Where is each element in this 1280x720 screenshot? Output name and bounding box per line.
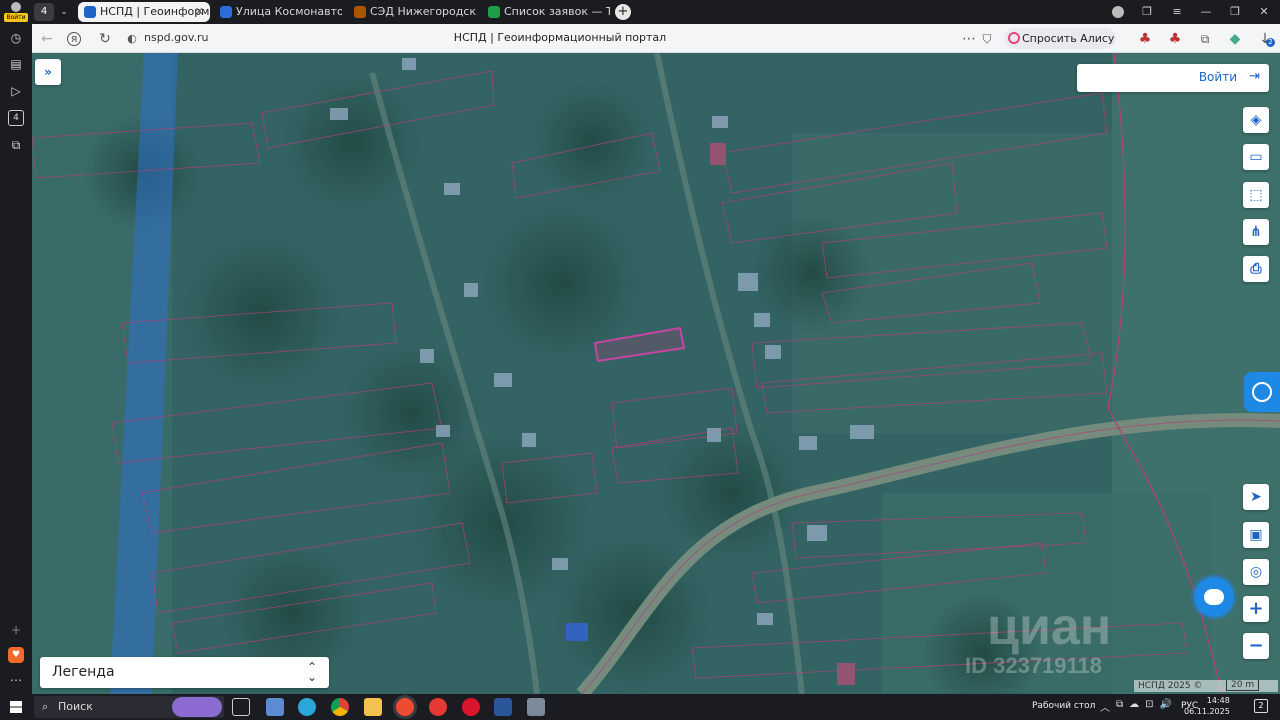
legend-dropdown[interactable]: Легенда ⌃ ⌄	[40, 657, 329, 688]
tab-groups-button[interactable]: 4	[34, 3, 54, 21]
chevron-updown-icon: ⌃ ⌄	[306, 660, 317, 684]
bookmark-icon[interactable]: ⛉	[978, 30, 996, 48]
search-highlight-icon	[172, 697, 222, 717]
extension-icon-2[interactable]: ♣	[1166, 30, 1184, 48]
expand-panel-button[interactable]: »	[35, 59, 61, 85]
clock-time: 14:48	[1206, 696, 1230, 705]
layers-icon[interactable]: ◈	[1243, 107, 1269, 133]
map-canvas[interactable]: » Войти ⇥ ◈ ▭ ⬚ ⋔ ⎙ ➤ ▣ ◎ + − циан ID 32…	[32, 53, 1280, 694]
windows-start-icon[interactable]	[10, 701, 22, 713]
word-icon[interactable]	[494, 698, 512, 716]
browser-sidebar: ◷ ▤ ▷ 4 ⧉ + ♥ ⋯	[0, 24, 32, 694]
login-button[interactable]: Войти ⇥	[1077, 64, 1269, 92]
alice-app-icon[interactable]: ♥	[8, 647, 24, 663]
profile-avatar-icon	[11, 2, 21, 12]
tray-icons[interactable]: ⧉☁⊡🔊	[1116, 699, 1178, 710]
watermark-brand: циан	[987, 598, 1112, 656]
restore-icon[interactable]: ❐	[1227, 4, 1243, 20]
more-apps-icon[interactable]: ⋯	[8, 672, 24, 688]
sed-favicon-icon	[354, 6, 366, 18]
desktop-label[interactable]: Рабочий стол	[1032, 701, 1095, 711]
login-arrow-icon: ⇥	[1249, 69, 1260, 84]
locate-icon[interactable]: ➤	[1243, 484, 1269, 510]
login-label: Войти	[1198, 70, 1237, 84]
geolocation-icon[interactable]: ◎	[1243, 559, 1269, 585]
downloads-icon[interactable]: ↓ 2	[1256, 30, 1275, 48]
search-label: Поиск	[58, 700, 93, 713]
clock-date: 06.11.2025	[1184, 707, 1230, 716]
scale-bar: НСПД 2025 © 20 m	[1134, 680, 1278, 692]
history-icon[interactable]: ◷	[8, 30, 24, 46]
tab-label: СЭД Нижегородская обл	[370, 5, 476, 18]
profile-login-badge: Войти	[4, 13, 28, 22]
cadastral-info-tab[interactable]	[1244, 372, 1280, 412]
windows-taskbar: ⌕ Поиск Рабочий стол ︿ ⧉☁⊡🔊 РУС 14:48 06…	[0, 694, 1280, 720]
tab-nspd[interactable]: НСПД | Геоинформацио ✕	[78, 2, 210, 22]
account-icon[interactable]	[1110, 4, 1126, 20]
yandex-browser-icon[interactable]	[396, 698, 414, 716]
taskbar-search[interactable]: ⌕ Поиск	[34, 696, 224, 718]
tab-label: Список заявок — ТехноК	[504, 5, 610, 18]
close-tab-icon[interactable]: ✕	[195, 2, 204, 22]
cian-watermark: циан ID 323719118	[937, 601, 1111, 679]
zoom-out-button[interactable]: −	[1243, 633, 1269, 659]
task-view-icon[interactable]	[232, 698, 250, 716]
chat-button[interactable]	[1194, 577, 1234, 617]
downloads-badge: 2	[1266, 38, 1275, 47]
document-favicon-icon	[220, 6, 232, 18]
close-window-icon[interactable]: ✕	[1256, 4, 1272, 20]
address-bar: ← я ↻ ◐ nspd.gov.ru НСПД | Геоинформацио…	[32, 24, 1280, 66]
new-tab-button[interactable]: +	[615, 4, 631, 20]
notes-icon[interactable]: ▤	[8, 56, 24, 72]
tab-label: Улица Космонавтов, 12	[236, 5, 342, 18]
file-explorer-icon[interactable]	[364, 698, 382, 716]
search-icon: ⌕	[42, 700, 49, 713]
video-icon[interactable]: ▷	[8, 83, 24, 99]
app-icon[interactable]	[527, 698, 545, 716]
edge-icon[interactable]	[298, 698, 316, 716]
menu-icon[interactable]: ≡	[1169, 4, 1185, 20]
screenshot-icon[interactable]: ⧉	[8, 137, 24, 153]
scale-value: 20 m	[1226, 680, 1260, 691]
minimap-icon[interactable]: ▣	[1243, 522, 1269, 548]
profile-button[interactable]: Войти	[4, 1, 28, 23]
notifications-icon[interactable]: 2	[1254, 699, 1268, 713]
more-options-icon[interactable]: ⋯	[960, 30, 978, 48]
chat-bubble-icon	[1204, 589, 1224, 605]
print-icon[interactable]: ⎙	[1243, 256, 1269, 282]
extension-shield-icon[interactable]: ◆	[1226, 30, 1244, 48]
chrome-icon[interactable]	[331, 698, 349, 716]
yandex-icon[interactable]	[429, 698, 447, 716]
ask-alice-button[interactable]: Спросить Алису AI	[1004, 28, 1116, 66]
opera-icon[interactable]	[462, 698, 480, 716]
nspd-favicon-icon	[84, 6, 96, 18]
tab-zayavki[interactable]: Список заявок — ТехноК	[482, 2, 610, 22]
legend-label: Легенда	[52, 664, 115, 680]
add-panel-icon[interactable]: +	[8, 622, 24, 638]
tabs-counter-icon[interactable]: 4	[8, 110, 24, 126]
select-area-icon[interactable]: ⬚	[1243, 182, 1269, 208]
tab-label: НСПД | Геоинформацио	[100, 5, 210, 18]
tab-list-chevron-icon[interactable]: ⌄	[57, 4, 71, 20]
alice-ring-icon	[1008, 32, 1020, 44]
collections-icon[interactable]: ❐	[1139, 4, 1155, 20]
tab-kosmonavtov[interactable]: Улица Космонавтов, 12	[214, 2, 342, 22]
clock[interactable]: 14:48 06.11.2025	[1184, 695, 1230, 717]
tray-chevron-icon[interactable]: ︿	[1100, 699, 1110, 714]
extension-icon[interactable]: ♣	[1136, 30, 1154, 48]
map-info-icon	[1252, 382, 1272, 402]
minimize-icon[interactable]: —	[1198, 4, 1214, 20]
page-title: НСПД | Геоинформационный портал	[453, 31, 667, 44]
collections-icon[interactable]: ⧉	[1196, 30, 1214, 48]
share-icon[interactable]: ⋔	[1243, 219, 1269, 245]
technok-favicon-icon	[488, 6, 500, 18]
ruler-icon[interactable]: ▭	[1243, 144, 1269, 170]
tab-sed[interactable]: СЭД Нижегородская обл	[348, 2, 476, 22]
copyright-label: НСПД 2025 ©	[1138, 681, 1203, 691]
watermark-id: ID 323719118	[965, 653, 1103, 678]
explorer-widget-icon[interactable]	[266, 698, 284, 716]
zoom-in-button[interactable]: +	[1243, 596, 1269, 622]
tab-strip: Войти 4 ⌄ НСПД | Геоинформацио ✕ Улица К…	[0, 0, 1280, 24]
